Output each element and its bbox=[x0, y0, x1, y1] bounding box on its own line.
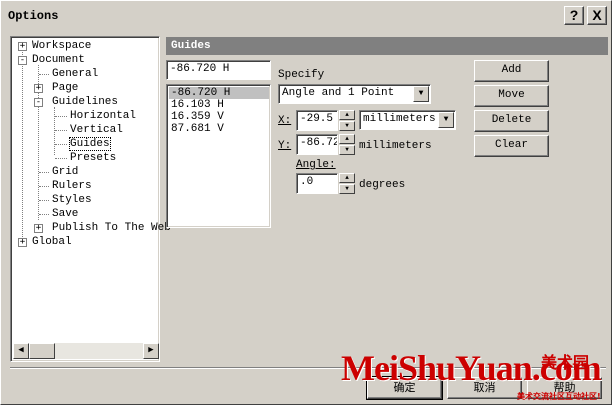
tree-item-grid[interactable]: Grid bbox=[52, 166, 78, 178]
chevron-down-icon[interactable]: ▼ bbox=[438, 112, 454, 128]
tree-item-publish-to-the-web[interactable]: Publish To The Web bbox=[52, 222, 171, 234]
x-input[interactable]: -29.5 bbox=[296, 110, 338, 131]
list-item[interactable]: 16.359 V bbox=[169, 111, 269, 123]
tree-item-guidelines[interactable]: Guidelines bbox=[52, 96, 118, 108]
triangle-up-icon[interactable]: ▲ bbox=[339, 173, 355, 183]
tree-item-document[interactable]: Document bbox=[32, 54, 85, 66]
tree-item-presets[interactable]: Presets bbox=[70, 152, 116, 164]
expand-icon[interactable]: + bbox=[18, 42, 27, 51]
list-item[interactable]: -86.720 H bbox=[169, 87, 269, 99]
triangle-down-icon[interactable]: ▼ bbox=[339, 145, 355, 155]
tree-item-rulers[interactable]: Rulers bbox=[52, 180, 92, 192]
y-unit-label: millimeters bbox=[359, 140, 432, 152]
triangle-right-icon[interactable]: ▶ bbox=[143, 343, 159, 359]
chevron-down-icon[interactable]: ▼ bbox=[413, 86, 429, 102]
triangle-down-icon[interactable]: ▼ bbox=[339, 121, 355, 131]
angle-label: Angle: bbox=[296, 159, 336, 171]
specify-select[interactable]: Angle and 1 Point ▼ bbox=[278, 84, 431, 104]
list-item[interactable]: 87.681 V bbox=[169, 123, 269, 135]
y-label: Y: bbox=[278, 140, 292, 152]
watermark-subtitle: 美术交流社区互动社区! bbox=[517, 392, 601, 401]
options-tree[interactable]: + Workspace - Document General + Page - … bbox=[10, 36, 171, 362]
window-title: Options bbox=[8, 9, 59, 23]
expand-icon[interactable]: + bbox=[34, 224, 43, 233]
options-dialog: Options ? X + Workspace - Document Gener… bbox=[0, 0, 612, 405]
title-bar: Options ? X bbox=[2, 2, 610, 29]
tree-item-vertical[interactable]: Vertical bbox=[70, 124, 123, 136]
tree-item-save[interactable]: Save bbox=[52, 208, 78, 220]
specify-value: Angle and 1 Point bbox=[282, 87, 395, 99]
tree-item-workspace[interactable]: Workspace bbox=[32, 40, 91, 52]
tree-item-horizontal[interactable]: Horizontal bbox=[70, 110, 136, 122]
triangle-down-icon[interactable]: ▼ bbox=[339, 184, 355, 194]
list-item[interactable]: 16.103 H bbox=[169, 99, 269, 111]
triangle-left-icon[interactable]: ◀ bbox=[13, 343, 29, 359]
clear-button[interactable]: Clear bbox=[474, 135, 549, 157]
triangle-up-icon[interactable]: ▲ bbox=[339, 134, 355, 144]
close-title-button[interactable]: X bbox=[587, 6, 607, 25]
specify-label: Specify bbox=[278, 69, 325, 81]
x-unit-value: millimeters bbox=[363, 113, 436, 125]
guide-value-input[interactable]: -86.720 H bbox=[166, 60, 271, 80]
watermark-logo: 美术园 bbox=[541, 353, 590, 372]
add-button[interactable]: Add bbox=[474, 60, 549, 82]
y-input[interactable]: -86.72 bbox=[296, 134, 338, 155]
x-spinner[interactable]: ▲ ▼ bbox=[339, 110, 355, 131]
x-label: X: bbox=[278, 115, 292, 127]
guides-listbox[interactable]: -86.720 H 16.103 H 16.359 V 87.681 V bbox=[166, 84, 271, 228]
expand-icon[interactable]: + bbox=[34, 84, 43, 93]
tree-item-general[interactable]: General bbox=[52, 68, 98, 80]
expand-icon[interactable]: + bbox=[18, 238, 27, 247]
scrollbar-thumb[interactable] bbox=[29, 343, 55, 359]
angle-spinner[interactable]: ▲ ▼ bbox=[339, 173, 355, 194]
collapse-icon[interactable]: - bbox=[34, 98, 43, 107]
tree-item-guides[interactable]: Guides bbox=[69, 137, 111, 151]
x-unit-select[interactable]: millimeters ▼ bbox=[359, 110, 456, 130]
angle-unit-label: degrees bbox=[359, 179, 406, 191]
tree-item-global[interactable]: Global bbox=[32, 236, 72, 248]
tree-item-styles[interactable]: Styles bbox=[52, 194, 92, 206]
angle-input[interactable]: .0 bbox=[296, 173, 338, 194]
tree-horizontal-scrollbar[interactable]: ◀ ▶ bbox=[13, 343, 159, 359]
move-button[interactable]: Move bbox=[474, 85, 549, 107]
tree-item-page[interactable]: Page bbox=[52, 82, 78, 94]
delete-button[interactable]: Delete bbox=[474, 110, 549, 132]
help-title-button[interactable]: ? bbox=[564, 6, 584, 25]
y-spinner[interactable]: ▲ ▼ bbox=[339, 134, 355, 155]
section-header: Guides bbox=[166, 37, 608, 55]
triangle-up-icon[interactable]: ▲ bbox=[339, 110, 355, 120]
collapse-icon[interactable]: - bbox=[18, 56, 27, 65]
